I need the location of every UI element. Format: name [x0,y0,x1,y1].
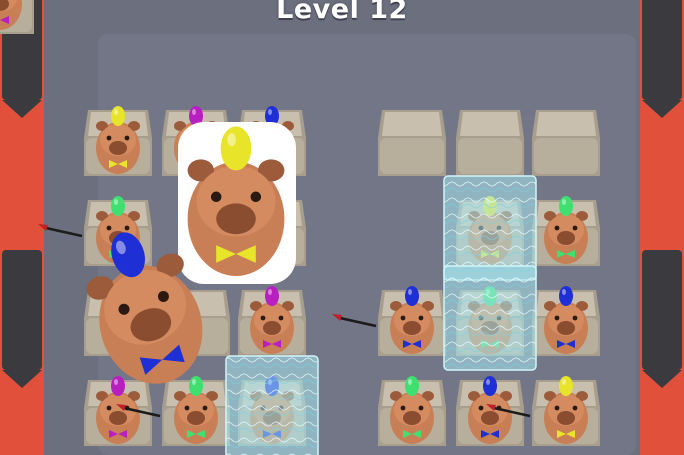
capybara-eye [278,315,284,321]
capybara-eye [124,225,130,231]
capybara-snout [557,411,575,425]
capybara-snout [263,321,281,335]
capybara-eye [400,405,406,411]
egg-shine [192,379,196,385]
egg-shine [408,379,412,385]
selected-capybara[interactable] [178,122,296,284]
dart-fletch [38,224,48,231]
dart-shaft [45,226,83,238]
capybara-eye [184,405,190,411]
egg-hat [111,196,125,216]
egg-hat [483,376,497,396]
egg-shine [114,379,118,385]
egg-hat [111,106,125,126]
egg-hat [265,286,279,306]
seat[interactable] [456,110,524,176]
seat-cushion [534,138,598,174]
capybara-eye [572,225,578,231]
seat-cushion [380,138,444,174]
egg-shine [562,289,566,295]
egg-hat [405,286,419,306]
capybara-snout [109,141,127,155]
seat-top [382,112,442,136]
capybara-eye [554,225,560,231]
egg-shine [486,379,490,385]
seat-top [536,112,596,136]
capybara-eye [554,405,560,411]
game-board: Level 12 [0,0,684,455]
capybara-eye [202,405,208,411]
capybara-snout [109,411,127,425]
capybara-snout [403,321,421,335]
egg-shine [562,199,566,205]
egg-hat [559,196,573,216]
egg-hat [220,126,252,171]
capybara-snout [481,411,499,425]
capybara-eye [554,315,560,321]
egg-shine [268,109,272,115]
ice-block [225,355,319,455]
seat-cushion [458,138,522,174]
capybara-eye [106,135,112,141]
capybara-eye [572,405,578,411]
capybara-eye [124,135,130,141]
egg-hat [559,376,573,396]
egg-shine [227,133,236,147]
level-title: Level 12 [276,0,408,25]
egg-shine [192,109,196,115]
capybara-eye [572,315,578,321]
dart-arrow[interactable] [38,224,83,238]
egg-hat [559,286,573,306]
seat[interactable] [378,110,446,176]
capybara-snout [403,411,421,425]
ice-block [443,265,537,371]
capybara-snout [216,203,256,235]
egg-hat [189,376,203,396]
egg-shine [114,199,118,205]
egg-shine [562,379,566,385]
capybara-eye [260,315,266,321]
capybara-eye [418,405,424,411]
capybara-eye [478,405,484,411]
capybara-eye [106,405,112,411]
capybara-eye [250,191,262,203]
capybara-snout [557,321,575,335]
dart-shaft [339,316,377,328]
ice-block [443,175,537,281]
dart-fletch [332,314,342,321]
capybara-eye [210,191,222,203]
capybara-eye [106,225,112,231]
seat[interactable] [532,110,600,176]
capybara-eye [400,315,406,321]
egg-shine [114,109,118,115]
egg-shine [268,289,272,295]
capybara-snout [557,231,575,245]
egg-hat [111,376,125,396]
capybara-eye [418,315,424,321]
capybara-snout [187,411,205,425]
dart-arrow[interactable] [332,314,377,328]
egg-hat [405,376,419,396]
egg-shine [408,289,412,295]
seat-top [460,112,520,136]
seat-grid [0,0,600,455]
